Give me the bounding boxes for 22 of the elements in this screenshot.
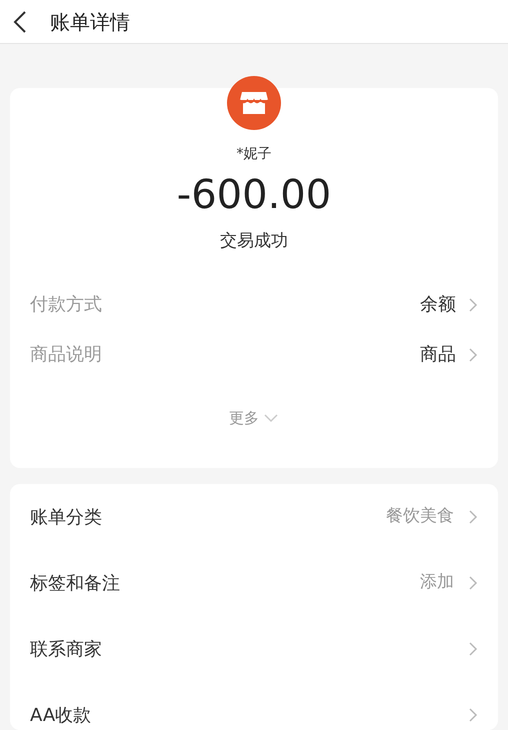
payee-name: *妮子 bbox=[236, 145, 272, 164]
detail-label: 付款方式 bbox=[30, 293, 102, 317]
back-icon[interactable] bbox=[12, 10, 28, 34]
action-label[interactable]: 标签和备注 bbox=[30, 570, 120, 596]
chevron-icon bbox=[468, 641, 478, 657]
action-label[interactable]: AA收款 bbox=[30, 702, 92, 728]
detail-label: 商品说明 bbox=[30, 343, 102, 367]
action-value: 添加 bbox=[420, 571, 454, 594]
detail-value[interactable]: 余额 bbox=[420, 291, 456, 318]
page-title: 账单详情 bbox=[50, 8, 130, 36]
chevron-icon bbox=[468, 509, 478, 525]
chevron-icon bbox=[468, 575, 478, 591]
chevron-icon bbox=[468, 296, 478, 312]
chevron-icon bbox=[468, 707, 478, 723]
action-label[interactable]: 联系商家 bbox=[30, 636, 102, 662]
chevron-icon bbox=[468, 346, 478, 362]
chevron-down-icon bbox=[263, 412, 279, 423]
transaction-status: 交易成功 bbox=[220, 230, 288, 253]
amount: -600.00 bbox=[176, 171, 332, 219]
detail-value[interactable]: 商品 bbox=[420, 341, 456, 368]
action-label[interactable]: 账单分类 bbox=[30, 504, 102, 530]
action-value: 餐饮美食 bbox=[386, 505, 454, 528]
